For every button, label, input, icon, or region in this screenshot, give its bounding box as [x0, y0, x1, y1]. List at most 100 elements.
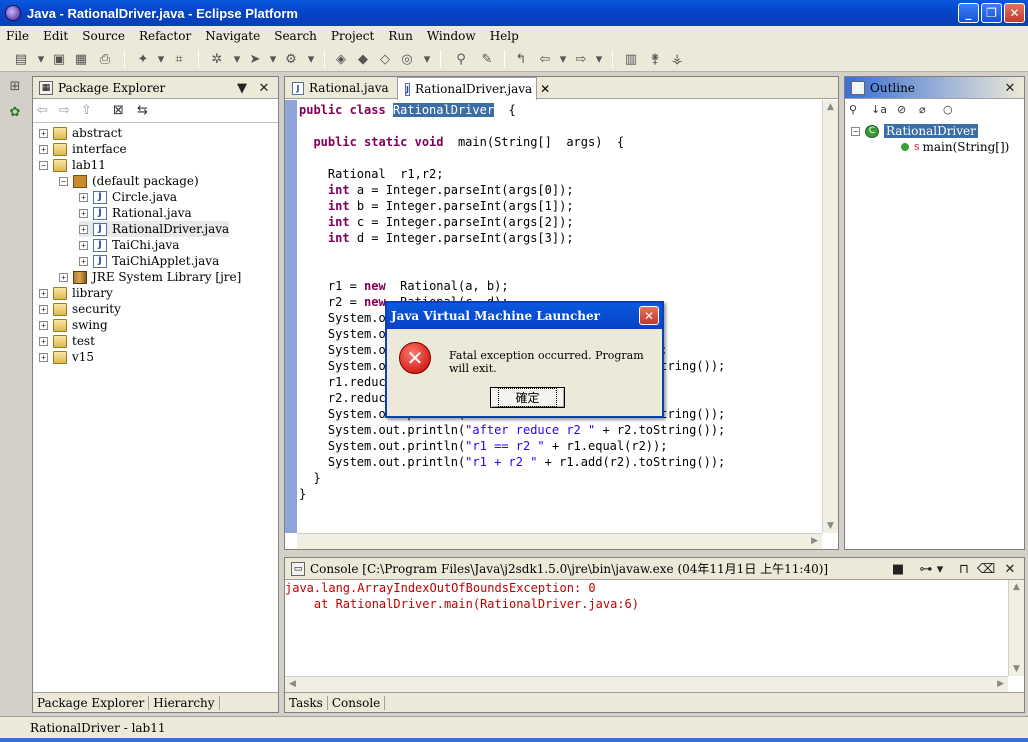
dropdown-arrow-icon[interactable]: ▾ [152, 50, 170, 68]
link-editor-icon[interactable]: ⇆ [137, 103, 148, 118]
collapse-all-icon[interactable]: ⊠ [113, 103, 124, 118]
close-window-button[interactable]: ✕ [1004, 3, 1025, 23]
new-icon[interactable]: ▤ [12, 50, 30, 68]
open-type-icon[interactable]: ⌗ [170, 50, 188, 68]
collapse-icon[interactable]: − [59, 176, 68, 186]
tree-item[interactable]: + J TaiChiApplet.java [79, 253, 219, 269]
new-package-icon[interactable]: ◆ [354, 50, 372, 68]
menu-source[interactable]: Source [82, 29, 125, 43]
editor-vertical-scrollbar[interactable]: ▲ ▼ [822, 100, 838, 533]
sort-icon[interactable]: ↓a [871, 103, 887, 116]
scroll-lock-icon[interactable]: ⊓ [956, 561, 972, 577]
close-view-icon[interactable]: ✕ [1002, 561, 1018, 577]
save-icon[interactable]: ▣ [50, 50, 68, 68]
dropdown-arrow-icon[interactable]: ▾ [302, 50, 320, 68]
save-all-icon[interactable]: ▦ [72, 50, 90, 68]
menu-edit[interactable]: Edit [43, 29, 68, 43]
toggle-breadcrumb-icon[interactable]: ▥ [622, 50, 640, 68]
new-java-project-icon[interactable]: ✦ [134, 50, 152, 68]
forward-icon[interactable]: ⇨ [572, 50, 590, 68]
tree-item[interactable]: + JRE System Library [jre] [59, 269, 241, 285]
java-perspective-icon[interactable]: ✿ [6, 103, 24, 121]
outline-class-row[interactable]: − C RationalDriver [851, 123, 978, 139]
menu-project[interactable]: Project [331, 29, 374, 43]
close-view-icon[interactable]: ✕ [1002, 80, 1018, 96]
last-edit-icon[interactable]: ↰ [512, 50, 530, 68]
expand-icon[interactable]: + [79, 192, 88, 202]
editor-horizontal-scrollbar[interactable]: ▶ [297, 533, 822, 549]
tree-item[interactable]: + security [39, 301, 121, 317]
hide-static-icon[interactable]: ⊘ [897, 103, 906, 116]
terminate-icon[interactable]: ■ [890, 561, 906, 577]
toggle-mark-icon[interactable]: ⚶ [668, 50, 686, 68]
hide-nonpublic-icon[interactable]: ⌀ [919, 103, 926, 116]
dialog-close-button[interactable]: ✕ [639, 306, 659, 325]
back-icon[interactable]: ⇦ [37, 103, 48, 118]
expand-icon[interactable]: + [39, 288, 48, 298]
outline-method-row[interactable]: S main(String[]) [901, 139, 1009, 155]
tree-item[interactable]: + J Rational.java [79, 205, 192, 221]
expand-icon[interactable]: + [59, 272, 68, 282]
forward-icon[interactable]: ⇨ [59, 103, 70, 118]
collapse-icon[interactable]: − [39, 160, 48, 170]
up-icon[interactable]: ⇧ [81, 103, 92, 118]
dropdown-arrow-icon[interactable]: ▾ [32, 50, 50, 68]
dropdown-arrow-icon[interactable]: ▾ [554, 50, 572, 68]
tree-item[interactable]: − (default package) [59, 173, 199, 189]
ok-button[interactable]: 確定 [490, 387, 565, 408]
dropdown-arrow-icon[interactable]: ▾ [590, 50, 608, 68]
dropdown-arrow-icon[interactable]: ▾ [932, 561, 948, 577]
run-icon[interactable]: ➤ [246, 50, 264, 68]
close-tab-icon[interactable]: ✕ [540, 82, 550, 96]
search-icon[interactable]: ⚲ [452, 50, 470, 68]
expand-icon[interactable]: + [39, 320, 48, 330]
hide-fields-icon[interactable]: ⚲ [849, 103, 857, 116]
expand-icon[interactable]: + [79, 208, 88, 218]
tab-rational-java[interactable]: J Rational.java [285, 77, 395, 99]
tree-item[interactable]: + J Circle.java [79, 189, 177, 205]
expand-icon[interactable]: + [39, 144, 48, 154]
tree-item[interactable]: + interface [39, 141, 127, 157]
expand-icon[interactable]: + [79, 224, 88, 234]
dropdown-arrow-icon[interactable]: ▾ [418, 50, 436, 68]
tree-item[interactable]: + abstract [39, 125, 122, 141]
expand-icon[interactable]: + [79, 240, 88, 250]
menu-file[interactable]: File [6, 29, 29, 43]
close-view-icon[interactable]: ✕ [256, 80, 272, 96]
menu-run[interactable]: Run [388, 29, 413, 43]
tree-item[interactable]: + library [39, 285, 113, 301]
open-perspective-icon[interactable]: ⊞ [6, 77, 24, 95]
hide-local-types-icon[interactable]: ○ [943, 103, 953, 116]
tab-rationaldriver-java[interactable]: J RationalDriver.java ✕ [397, 77, 550, 100]
expand-icon[interactable]: + [39, 128, 48, 138]
dropdown-arrow-icon[interactable]: ▾ [228, 50, 246, 68]
console-output[interactable]: java.lang.ArrayIndexOutOfBoundsException… [285, 580, 1008, 676]
view-menu-icon[interactable]: ▼ [234, 80, 250, 96]
console-vertical-scrollbar[interactable]: ▲ ▼ [1008, 580, 1024, 676]
tree-item[interactable]: + v15 [39, 349, 94, 365]
expand-icon[interactable]: + [79, 256, 88, 266]
back-icon[interactable]: ⇦ [536, 50, 554, 68]
menu-navigate[interactable]: Navigate [205, 29, 260, 43]
expand-icon[interactable]: + [39, 304, 48, 314]
expand-icon[interactable]: + [39, 352, 48, 362]
menu-refactor[interactable]: Refactor [139, 29, 191, 43]
expand-icon[interactable]: + [39, 336, 48, 346]
tree-item[interactable]: + test [39, 333, 95, 349]
pin-editor-icon[interactable]: ⚵ [646, 50, 664, 68]
menu-help[interactable]: Help [490, 29, 519, 43]
pin-icon[interactable]: ✎ [478, 50, 496, 68]
tree-item[interactable]: − lab11 [39, 157, 106, 173]
external-tools-icon[interactable]: ⚙ [282, 50, 300, 68]
tree-item[interactable]: + swing [39, 317, 108, 333]
tree-item[interactable]: + J TaiChi.java [79, 237, 179, 253]
clear-console-icon[interactable]: ⌫ [977, 561, 995, 577]
print-icon[interactable]: ⎙ [96, 50, 114, 68]
dropdown-arrow-icon[interactable]: ▾ [264, 50, 282, 68]
collapse-icon[interactable]: − [851, 126, 860, 136]
console-horizontal-scrollbar[interactable]: ◀ ▶ [285, 676, 1008, 692]
tab-console[interactable]: Console [328, 695, 386, 710]
new-interface-icon[interactable]: ◇ [376, 50, 394, 68]
tab-package-explorer[interactable]: Package Explorer [33, 695, 150, 710]
restore-button[interactable]: ❐ [981, 3, 1002, 23]
